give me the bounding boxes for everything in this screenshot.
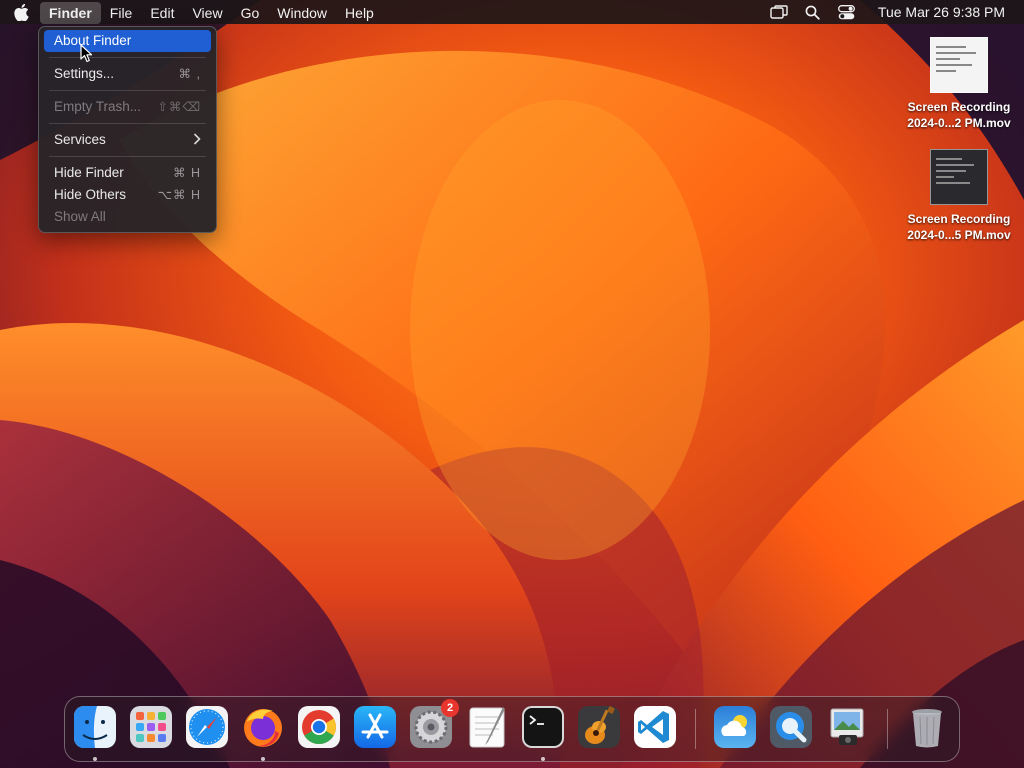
desktop-file-screen-recording[interactable]: Screen Recording 2024-0...5 PM.mov — [894, 149, 1024, 243]
search-icon[interactable] — [802, 1, 824, 23]
dock-app-weather[interactable] — [713, 705, 757, 749]
chrome-icon — [298, 706, 340, 748]
menu-edit[interactable]: Edit — [141, 2, 183, 24]
menu-item-label: Hide Finder — [54, 165, 124, 180]
file-name-line1: Screen Recording — [907, 100, 1011, 114]
menu-item-label: Hide Others — [54, 187, 127, 202]
file-name-line1: Screen Recording — [907, 212, 1011, 226]
file-name-line2: 2024-0...2 PM.mov — [907, 116, 1011, 130]
weather-icon — [714, 706, 756, 748]
dock-app-system-settings[interactable]: 2 — [409, 699, 459, 749]
dock-app-firefox[interactable] — [241, 705, 285, 749]
menu-bar-clock[interactable]: Tue Mar 26 9:38 PM — [864, 4, 1013, 20]
running-indicator — [261, 757, 265, 761]
menu-finder[interactable]: Finder — [40, 1, 101, 24]
menu-bar: Finder File Edit View Go Window Help Tue… — [0, 0, 1024, 24]
dock-app-preview[interactable] — [825, 705, 869, 749]
menu-item-hide-others[interactable]: Hide Others ⌥⌘ H — [44, 184, 211, 206]
menu-item-label: Empty Trash... — [54, 99, 142, 114]
preview-icon — [830, 708, 864, 745]
terminal-icon — [522, 706, 564, 748]
menu-item-hide-finder[interactable]: Hide Finder ⌘ H — [44, 162, 211, 184]
menu-separator — [49, 123, 206, 124]
desktop-file-screen-recording[interactable]: Screen Recording 2024-0...2 PM.mov — [894, 37, 1024, 131]
menu-item-settings[interactable]: Settings... ⌘ , — [44, 63, 211, 85]
dock-app-vscode[interactable] — [633, 705, 677, 749]
finder-app-menu: About Finder Settings... ⌘ , Empty Trash… — [38, 26, 217, 233]
menu-item-shortcut: ⌘ , — [178, 67, 201, 81]
menu-item-services[interactable]: Services — [44, 129, 211, 151]
dock-app-finder[interactable] — [73, 705, 117, 749]
menu-item-shortcut: ⌥⌘ H — [157, 188, 201, 202]
dock-app-trash[interactable] — [905, 705, 949, 749]
menu-separator — [49, 156, 206, 157]
dock: 2 — [64, 696, 960, 762]
dock-app-safari[interactable] — [185, 705, 229, 749]
dock-divider — [887, 709, 888, 749]
screen-mirroring-icon[interactable] — [768, 1, 790, 23]
video-thumbnail-icon — [930, 149, 988, 205]
menu-item-label: Settings... — [54, 66, 115, 81]
app-store-icon — [354, 706, 396, 748]
firefox-icon — [244, 709, 282, 747]
menu-go[interactable]: Go — [232, 2, 269, 24]
dock-app-launchpad[interactable] — [129, 705, 173, 749]
garageband-icon — [578, 706, 620, 748]
running-indicator — [541, 757, 545, 761]
video-thumbnail-icon — [930, 37, 988, 93]
trash-icon — [912, 709, 942, 748]
menu-item-shortcut: ⇧⌘⌫ — [157, 100, 201, 114]
menu-item-show-all: Show All — [44, 206, 211, 228]
chevron-right-icon — [193, 129, 201, 151]
apple-logo-icon[interactable] — [0, 2, 40, 24]
dock-app-app-store[interactable] — [353, 705, 397, 749]
safari-icon — [186, 706, 228, 748]
launchpad-icon — [130, 706, 172, 748]
dock-app-garageband[interactable] — [577, 705, 621, 749]
running-indicator — [93, 757, 97, 761]
dock-app-textedit[interactable] — [465, 705, 509, 749]
menu-item-label: Show All — [54, 209, 106, 224]
textedit-icon — [469, 707, 505, 748]
menu-separator — [49, 90, 206, 91]
finder-icon — [74, 706, 116, 748]
dock-app-quicktime[interactable] — [769, 705, 813, 749]
menu-item-label: Services — [54, 132, 106, 147]
menu-view[interactable]: View — [183, 2, 231, 24]
menu-window[interactable]: Window — [268, 2, 336, 24]
control-center-icon[interactable] — [836, 1, 858, 23]
menu-file[interactable]: File — [101, 2, 142, 24]
dock-app-terminal[interactable] — [521, 705, 565, 749]
quicktime-icon — [770, 706, 812, 748]
menu-item-shortcut: ⌘ H — [173, 166, 201, 180]
menu-item-about-finder[interactable]: About Finder — [44, 30, 211, 52]
menu-separator — [49, 57, 206, 58]
menu-item-empty-trash: Empty Trash... ⇧⌘⌫ — [44, 96, 211, 118]
vscode-icon — [634, 706, 676, 748]
dock-app-chrome[interactable] — [297, 705, 341, 749]
file-name-line2: 2024-0...5 PM.mov — [907, 228, 1011, 242]
mouse-pointer-icon — [80, 44, 93, 63]
menu-help[interactable]: Help — [336, 2, 383, 24]
dock-divider — [695, 709, 696, 749]
notification-badge: 2 — [441, 699, 459, 717]
